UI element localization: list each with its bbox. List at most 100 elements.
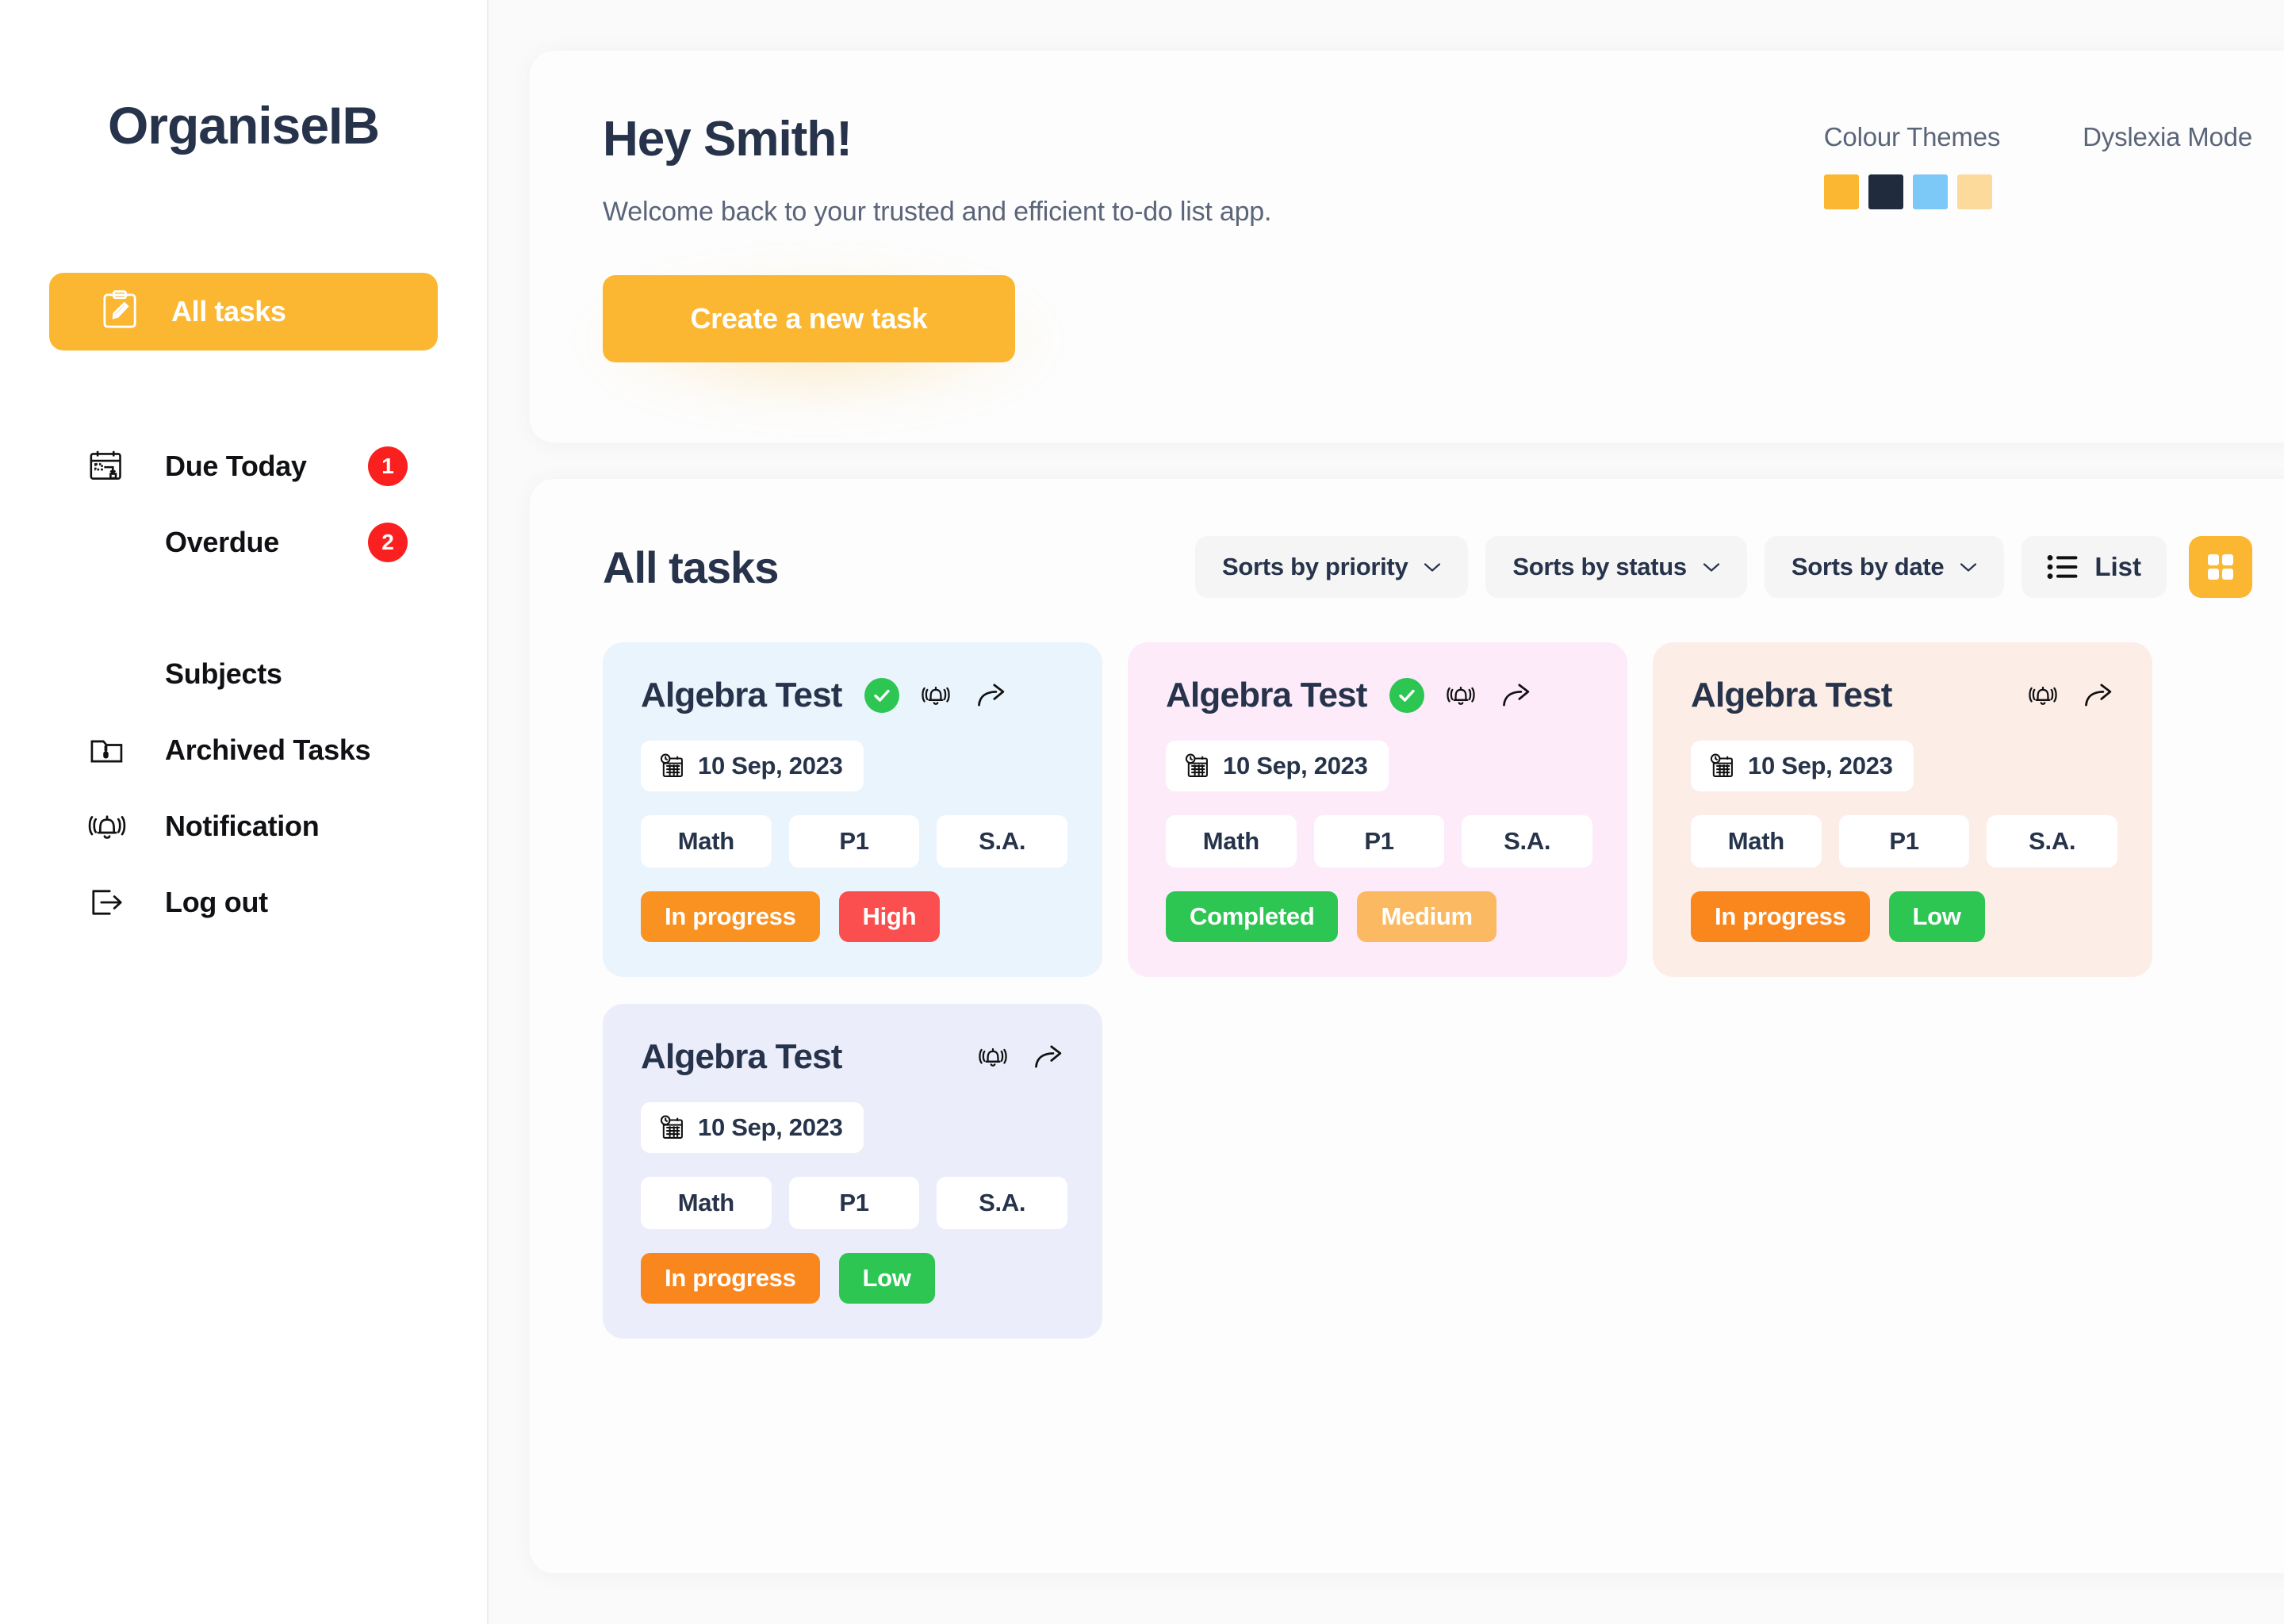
sidebar-item-label: Subjects [165, 657, 282, 690]
sidebar-item-label: Log out [165, 886, 268, 918]
bell-ring-icon[interactable] [2024, 676, 2062, 714]
sidebar-item-due-today[interactable]: Due Today 1 [0, 428, 487, 504]
task-due-date: 10 Sep, 2023 [641, 741, 864, 791]
task-subject: Math [1691, 815, 1822, 868]
tasks-heading: All tasks [603, 542, 779, 592]
sidebar: OrganiseIB All tasks Due Today 1 Overdue… [0, 0, 489, 1624]
grid-view-toggle[interactable] [2189, 536, 2252, 598]
theme-swatch-navy[interactable] [1868, 174, 1903, 209]
task-card-header: Algebra Test [641, 676, 1067, 715]
task-card[interactable]: Algebra Test [603, 1004, 1102, 1339]
task-date-text: 10 Sep, 2023 [1223, 752, 1368, 779]
sidebar-item-log-out[interactable]: Log out [0, 864, 487, 940]
list-view-label: List [2094, 552, 2141, 581]
sidebar-item-all-tasks[interactable]: All tasks [49, 273, 438, 350]
colour-swatch-list [1823, 174, 2000, 209]
archive-folder-icon [86, 729, 128, 772]
tasks-panel: All tasks Sorts by priority Sorts by sta… [530, 479, 2284, 1573]
task-subject: Math [1166, 815, 1297, 868]
sort-by-status-label: Sorts by status [1512, 553, 1687, 580]
sidebar-item-label: Notification [165, 810, 320, 842]
task-card-grid: Algebra Test 10 Sep, 2023 Math P1 S.A. I… [603, 642, 2252, 1339]
settings-group: Colour Themes Dyslexia Mode [1823, 113, 2252, 209]
share-arrow-icon[interactable] [972, 676, 1010, 714]
task-title: Algebra Test [1166, 676, 1367, 714]
colour-themes-group: Colour Themes [1823, 122, 2001, 209]
chevron-down-icon [1960, 562, 1977, 572]
sidebar-item-subjects[interactable]: Subjects [0, 636, 487, 712]
calendar-due-icon [86, 445, 128, 488]
task-subject: Math [641, 815, 772, 868]
task-type: S.A. [937, 1177, 1068, 1229]
task-due-date: 10 Sep, 2023 [1691, 741, 1914, 791]
app-brand: OrganiseIB [107, 96, 380, 155]
completed-check-icon[interactable] [864, 678, 899, 713]
task-card-header: Algebra Test [1166, 676, 1592, 715]
task-card-header: Algebra Test [1691, 676, 2117, 715]
grid-icon [2208, 554, 2233, 580]
task-meta-row: Math P1 S.A. [641, 815, 1068, 868]
task-date-text: 10 Sep, 2023 [1748, 752, 1893, 779]
bell-ring-icon[interactable] [974, 1038, 1012, 1076]
dyslexia-mode-label: Dyslexia Mode [2083, 122, 2252, 151]
task-paper: P1 [788, 815, 920, 868]
task-priority-tag: High [838, 891, 941, 942]
task-title: Algebra Test [1691, 676, 1892, 714]
dyslexia-mode-group[interactable]: Dyslexia Mode [2083, 122, 2252, 209]
task-tag-row: In progress High [641, 891, 1067, 942]
sidebar-item-archived-tasks[interactable]: Archived Tasks [0, 712, 487, 788]
calendar-clock-icon [660, 1115, 683, 1139]
share-arrow-icon[interactable] [1497, 676, 1535, 714]
task-title: Algebra Test [641, 676, 842, 714]
chevron-down-icon [1424, 562, 1441, 572]
task-due-date: 10 Sep, 2023 [641, 1102, 864, 1153]
welcome-text-block: Hey Smith! Welcome back to your trusted … [603, 112, 1272, 228]
task-priority-tag: Medium [1357, 891, 1496, 942]
sort-by-priority-dropdown[interactable]: Sorts by priority [1195, 536, 1469, 598]
sort-by-status-dropdown[interactable]: Sorts by status [1485, 536, 1747, 598]
logout-arrow-icon [86, 881, 128, 924]
main-content: Hey Smith! Welcome back to your trusted … [489, 0, 2284, 1624]
task-status-tag: In progress [641, 1253, 820, 1304]
task-card[interactable]: Algebra Test [1653, 642, 2152, 977]
welcome-subtitle: Welcome back to your trusted and efficie… [603, 197, 1272, 228]
calendar-clock-icon [1185, 753, 1208, 777]
sort-by-date-dropdown[interactable]: Sorts by date [1764, 536, 2005, 598]
share-arrow-icon[interactable] [2079, 676, 2117, 714]
task-date-text: 10 Sep, 2023 [698, 752, 843, 779]
share-arrow-icon[interactable] [1029, 1038, 1067, 1076]
task-status-tag: In progress [641, 891, 820, 942]
list-view-toggle[interactable]: List [2021, 536, 2167, 598]
bell-ring-icon[interactable] [917, 676, 955, 714]
task-card[interactable]: Algebra Test [603, 642, 1102, 977]
theme-swatch-yellow[interactable] [1823, 174, 1859, 209]
list-icon [2047, 555, 2078, 579]
sidebar-item-label: All tasks [171, 295, 286, 327]
completed-check-icon[interactable] [1389, 678, 1424, 713]
theme-swatch-cream[interactable] [1956, 174, 1992, 209]
task-status-tag: Completed [1166, 891, 1339, 942]
create-new-task-button[interactable]: Create a new task [603, 275, 1015, 363]
sort-by-priority-label: Sorts by priority [1222, 553, 1408, 580]
task-tag-row: Completed Medium [1166, 891, 1592, 942]
clipboard-pencil-icon [102, 289, 138, 334]
sidebar-item-overdue[interactable]: Overdue 2 [0, 504, 487, 580]
theme-swatch-blue[interactable] [1912, 174, 1948, 209]
task-meta-row: Math P1 S.A. [1166, 815, 1593, 868]
app-root: OrganiseIB All tasks Due Today 1 Overdue… [0, 0, 2284, 1624]
task-meta-row: Math P1 S.A. [1691, 815, 2118, 868]
task-type: S.A. [937, 815, 1068, 868]
tasks-toolbar: All tasks Sorts by priority Sorts by sta… [603, 536, 2252, 598]
welcome-panel: Hey Smith! Welcome back to your trusted … [530, 51, 2284, 442]
task-paper: P1 [1838, 815, 1970, 868]
task-due-date: 10 Sep, 2023 [1166, 741, 1389, 791]
bell-ring-icon[interactable] [1442, 676, 1480, 714]
sidebar-item-label: Overdue [165, 526, 279, 558]
task-paper: P1 [788, 1177, 920, 1229]
task-card[interactable]: Algebra Test [1128, 642, 1627, 977]
sort-by-date-label: Sorts by date [1791, 553, 1945, 580]
colour-themes-label: Colour Themes [1823, 122, 2001, 151]
task-priority-tag: Low [1888, 891, 1985, 942]
sidebar-item-notification[interactable]: Notification [0, 788, 487, 864]
